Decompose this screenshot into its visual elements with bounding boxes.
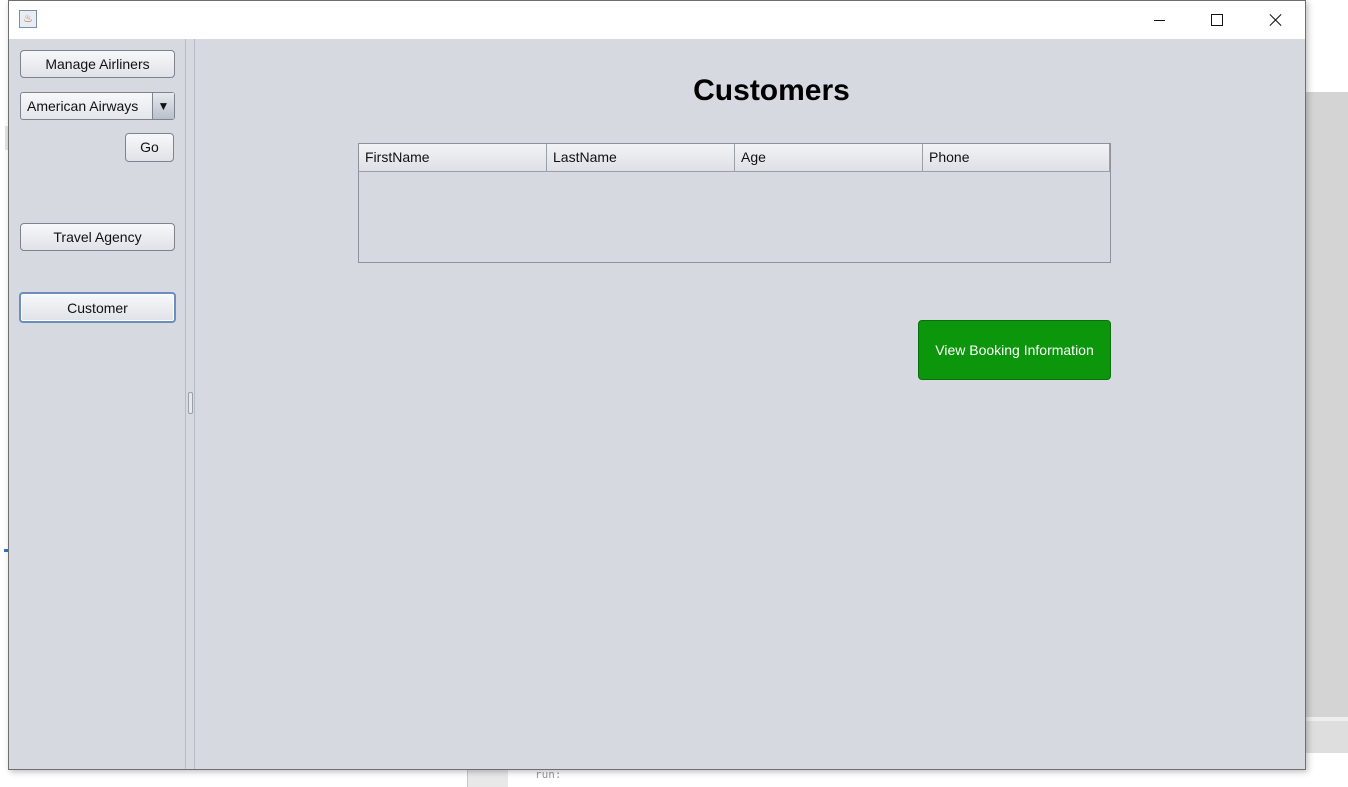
java-app-icon: ♨ <box>19 10 37 28</box>
divider-grip-icon[interactable] <box>188 392 193 414</box>
customer-button[interactable]: Customer <box>19 292 176 323</box>
travel-agency-button[interactable]: Travel Agency <box>20 223 175 251</box>
split-pane-divider[interactable] <box>185 39 195 769</box>
manage-airliners-button[interactable]: Manage Airliners <box>20 50 175 78</box>
title-bar[interactable]: ♨ <box>9 1 1305 39</box>
background-console <box>467 770 1348 787</box>
page-title: Customers <box>693 74 850 107</box>
background-left-strip <box>0 0 8 787</box>
maximize-button[interactable] <box>1188 1 1246 39</box>
go-button[interactable]: Go <box>125 133 174 162</box>
column-header-phone[interactable]: Phone <box>923 144 1110 171</box>
column-header-lastname[interactable]: LastName <box>547 144 735 171</box>
customers-table[interactable]: FirstName LastName Age Phone <box>358 143 1111 263</box>
airline-select-value: American Airways <box>27 98 139 114</box>
minimize-button[interactable] <box>1130 1 1188 39</box>
minimize-icon <box>1153 19 1165 21</box>
background-console-gutter <box>468 770 508 787</box>
application-window: ♨ Manage Airliners American Airways ▼ Go… <box>8 0 1306 770</box>
column-header-age[interactable]: Age <box>735 144 923 171</box>
table-header: FirstName LastName Age Phone <box>359 144 1110 172</box>
airline-select[interactable]: American Airways ▼ <box>20 92 175 120</box>
close-icon <box>1269 13 1283 27</box>
view-booking-information-button[interactable]: View Booking Information <box>918 320 1111 380</box>
column-header-firstname[interactable]: FirstName <box>359 144 547 171</box>
chevron-down-icon[interactable]: ▼ <box>152 93 174 119</box>
background-window-panel <box>1306 721 1348 753</box>
close-button[interactable] <box>1247 1 1305 39</box>
maximize-icon <box>1211 14 1223 26</box>
background-window-panel <box>1306 92 1348 717</box>
